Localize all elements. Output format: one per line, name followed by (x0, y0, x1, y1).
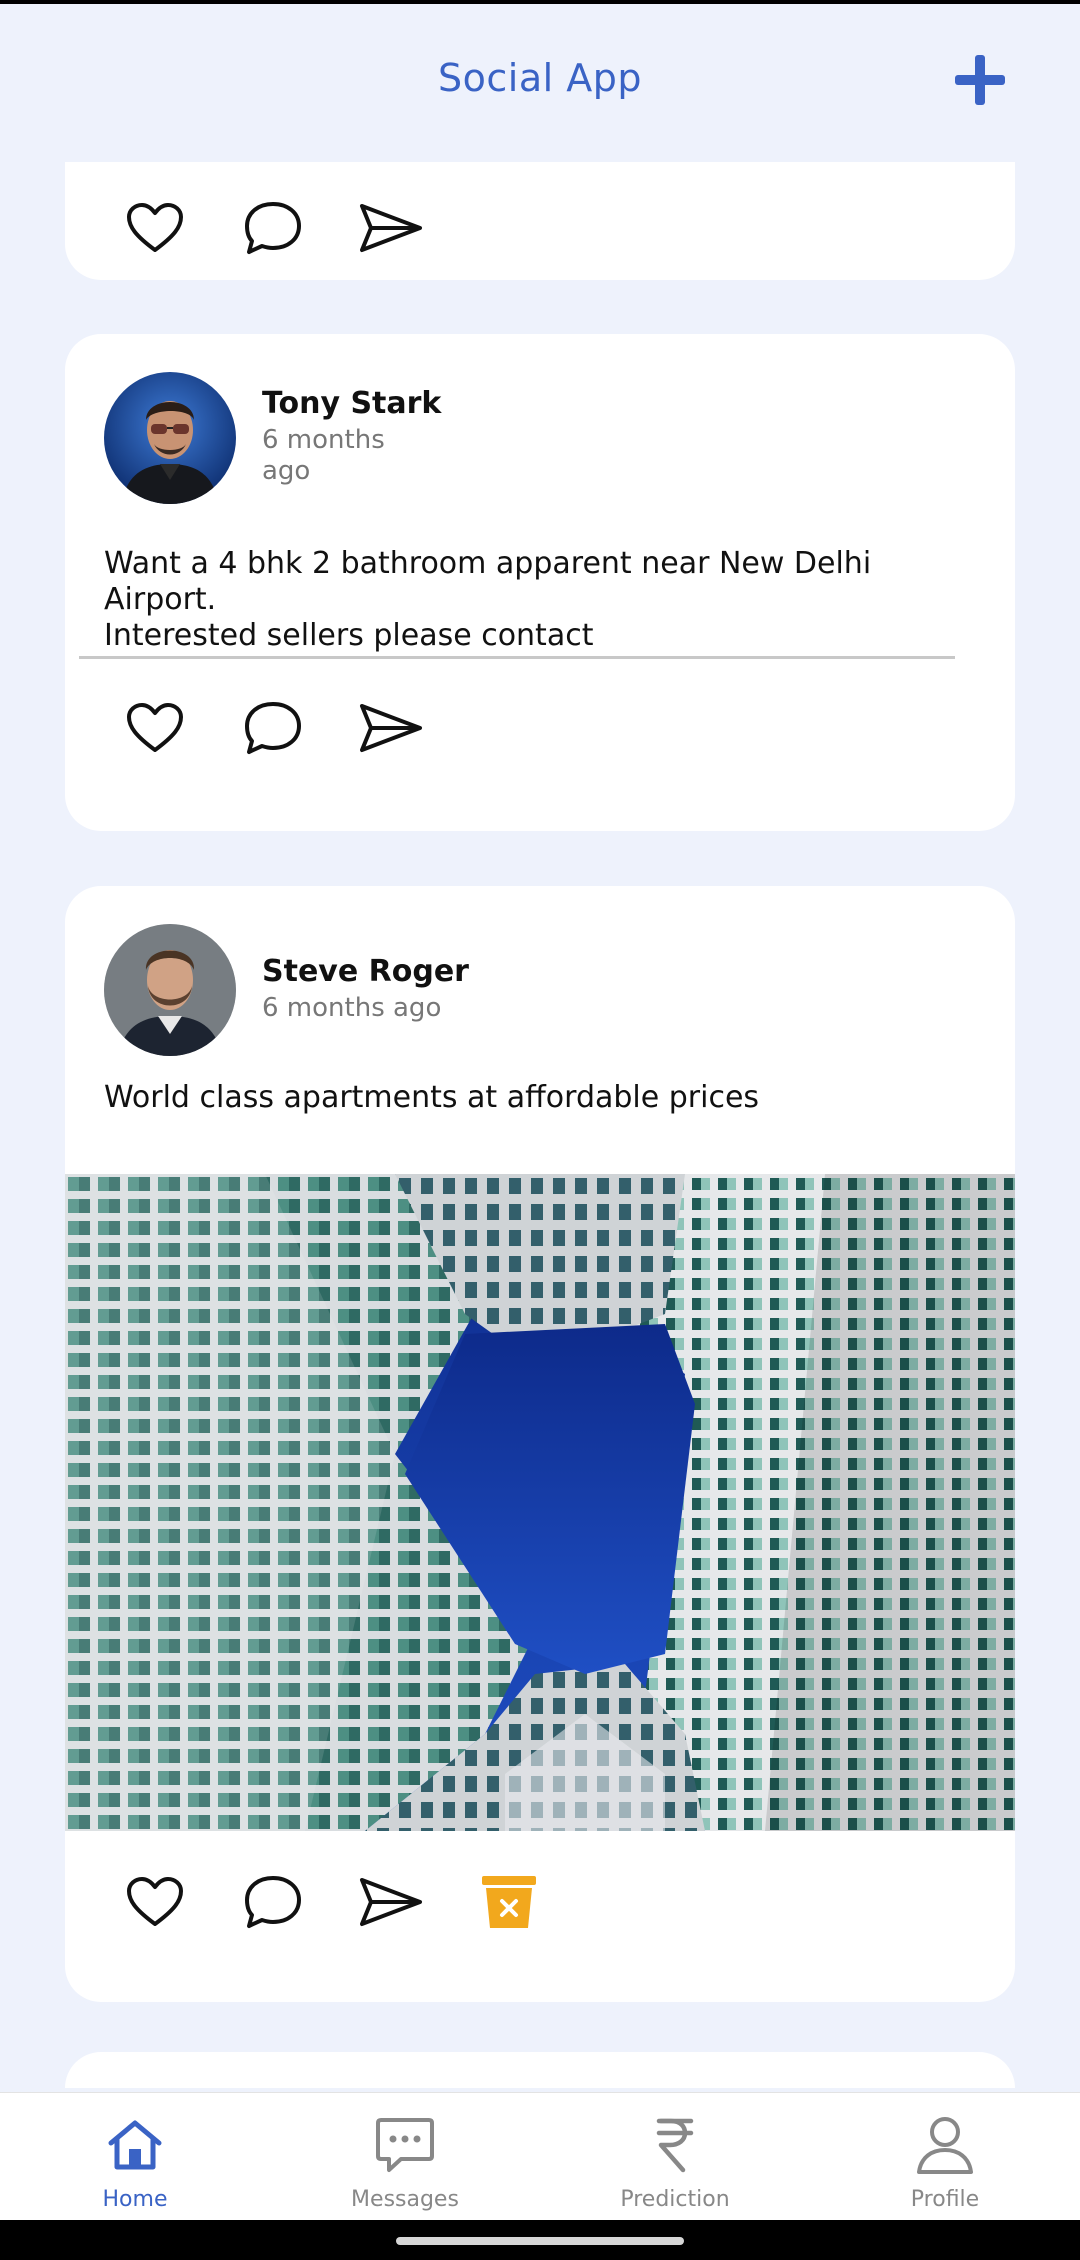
delete-post-button[interactable] (473, 1866, 545, 1938)
nav-label: Messages (351, 2187, 459, 2212)
post-author-name[interactable]: Tony Stark (262, 386, 441, 421)
app-bar: Social App (0, 4, 1080, 162)
messages-icon (373, 2113, 437, 2177)
post-card-partial (65, 162, 1015, 280)
post-card: Tony Stark 6 months ago Want a 4 bhk 2 b… (65, 334, 1015, 831)
nav-prediction[interactable]: Prediction (540, 2093, 810, 2220)
rupee-icon (643, 2113, 707, 2177)
share-button[interactable] (355, 1866, 427, 1938)
send-icon (360, 204, 422, 252)
like-button[interactable] (119, 192, 191, 264)
heart-icon (127, 703, 183, 752)
comment-icon (245, 1876, 301, 1928)
post-divider (79, 656, 955, 659)
home-icon (103, 2113, 167, 2177)
avatar-photo (104, 372, 236, 504)
comment-icon (245, 702, 301, 754)
post-text-line: Want a 4 bhk 2 bathroom apparent near Ne… (104, 546, 872, 617)
comment-button[interactable] (237, 692, 309, 764)
comment-button[interactable] (237, 1866, 309, 1938)
nav-messages[interactable]: Messages (270, 2093, 540, 2220)
add-post-button[interactable] (950, 50, 1010, 110)
nav-label: Profile (910, 2187, 980, 2212)
post-time: 6 months ago (262, 425, 385, 487)
post-author-name[interactable]: Steve Roger (262, 954, 469, 989)
post-actions (119, 192, 473, 264)
plus-icon (955, 55, 1005, 105)
avatar[interactable] (104, 924, 236, 1056)
post-actions (119, 692, 473, 764)
post-text: World class apartments at affordable pri… (104, 1080, 760, 1115)
post-card-partial (65, 2052, 1015, 2088)
avatar[interactable] (104, 372, 236, 504)
heart-icon (127, 1877, 183, 1926)
send-icon (360, 704, 422, 752)
system-navigation-bar (0, 2220, 1080, 2260)
post-card: Steve Roger 6 months ago World class apa… (65, 886, 1015, 2002)
like-button[interactable] (119, 692, 191, 764)
heart-icon (127, 203, 183, 252)
post-time: 6 months ago (262, 993, 442, 1023)
app-title: Social App (438, 56, 642, 100)
comment-button[interactable] (237, 192, 309, 264)
like-button[interactable] (119, 1866, 191, 1938)
comment-icon (245, 202, 301, 254)
post-text: Want a 4 bhk 2 bathroom apparent near Ne… (104, 546, 964, 654)
nav-profile[interactable]: Profile (810, 2093, 1080, 2220)
delete-bin-icon (482, 1876, 536, 1928)
post-text-line: Interested sellers please contact (104, 618, 594, 653)
send-icon (360, 1878, 422, 1926)
share-button[interactable] (355, 692, 427, 764)
post-time-line: 6 months (262, 425, 385, 455)
post-image[interactable] (65, 1174, 1015, 1831)
home-gesture-handle[interactable] (396, 2237, 684, 2245)
avatar-photo (104, 924, 236, 1056)
post-actions (119, 1866, 591, 1938)
post-feed[interactable]: Tony Stark 6 months ago Want a 4 bhk 2 b… (0, 162, 1080, 2088)
nav-label: Prediction (620, 2187, 730, 2212)
building-photo (65, 1174, 1015, 1831)
bottom-navigation: Home Messages Prediction Profile (0, 2092, 1080, 2220)
nav-home[interactable]: Home (0, 2093, 270, 2220)
profile-icon (913, 2113, 977, 2177)
post-time-line: ago (262, 456, 311, 486)
share-button[interactable] (355, 192, 427, 264)
nav-label: Home (102, 2187, 168, 2212)
